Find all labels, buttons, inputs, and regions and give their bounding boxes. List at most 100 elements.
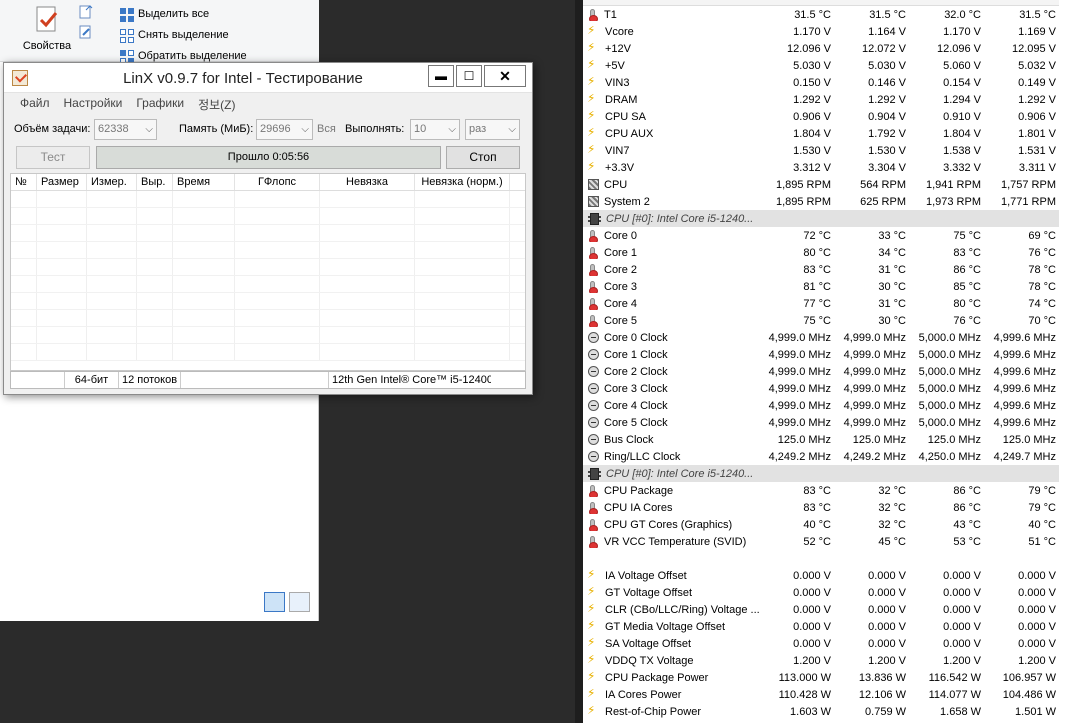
thumbnails-view-icon[interactable]	[289, 592, 310, 612]
minimize-button[interactable]: ▬	[428, 65, 454, 87]
sensor-row[interactable]: VR VCC Temperature (SVID) 52 °C 45 °C 53 °C…	[583, 533, 1069, 550]
col-time[interactable]: Время	[173, 174, 235, 190]
sensor-row[interactable]: GT Voltage Offset 0.000 V 0.000 V 0.000 V 0.…	[583, 584, 1069, 601]
sensor-row[interactable]: Vcore 1.170 V 1.164 V 1.170 V 1.169 V	[583, 23, 1069, 40]
sensor-row[interactable]: Core 0 Clock 4,999.0 MHz 4,999.0 MHz 5,000.…	[583, 329, 1069, 346]
sensor-row[interactable]: Core 1 80 °C 34 °C 83 °C 76 °C	[583, 244, 1069, 261]
sensor-row[interactable]: Rest-of-Chip Power 1.603 W 0.759 W 1.658 W 1…	[583, 703, 1069, 720]
sensor-max-value: 1,973 RPM	[925, 195, 981, 208]
linx-title: LinX v0.9.7 for Intel - Тестирование	[123, 70, 363, 87]
sensor-row[interactable]: Core 3 Clock 4,999.0 MHz 4,999.0 MHz 5,000.…	[583, 380, 1069, 397]
sensor-avg-value: 12.095 V	[1011, 42, 1056, 55]
sensor-avg-value: 70 °C	[1028, 314, 1056, 327]
sensor-row[interactable]: CLR (CBo/LLC/Ring) Voltage ... 0.000 V 0.0…	[583, 601, 1069, 618]
sensor-max-value: 0.000 V	[943, 586, 981, 599]
sensor-name: CPU GT Cores (Graphics)	[604, 518, 733, 531]
sensor-name-cell: Core 1	[583, 246, 760, 259]
select-all-button[interactable]: Выделить все	[120, 4, 247, 25]
sensor-name: Core 5	[604, 314, 638, 327]
sensor-cur-value: 1.170 V	[793, 25, 831, 38]
sensor-row[interactable]: Core 5 Clock 4,999.0 MHz 4,999.0 MHz 5,000.…	[583, 414, 1069, 431]
edit-icon[interactable]	[78, 24, 94, 40]
menu-info[interactable]: 정보(Z)	[194, 93, 239, 113]
table-cell	[320, 191, 415, 207]
memory-combo[interactable]: 29696 ⌵	[256, 119, 313, 140]
sensor-row[interactable]: +12V 12.096 V 12.072 V 12.096 V 12.095 V	[583, 40, 1069, 57]
sensor-row[interactable]: Core 4 Clock 4,999.0 MHz 4,999.0 MHz 5,000.…	[583, 397, 1069, 414]
details-view-icon[interactable]	[264, 592, 285, 612]
memory-all-label[interactable]: Вся	[317, 123, 336, 135]
sensor-avg-value: 125.0 MHz	[1002, 433, 1056, 446]
sensor-row[interactable]: Core 2 Clock 4,999.0 MHz 4,999.0 MHz 5,000.…	[583, 363, 1069, 380]
run-count-combo[interactable]: 10 ⌵	[410, 119, 460, 140]
test-button[interactable]: Тест	[16, 146, 90, 169]
sensor-row[interactable]: Core 2 83 °C 31 °C 86 °C 78 °C	[583, 261, 1069, 278]
sensor-group-row[interactable]: CPU [#0]: Intel Core i5-1240...	[583, 465, 1069, 482]
sensor-row[interactable]: SA Voltage Offset 0.000 V 0.000 V 0.000 V 0.…	[583, 635, 1069, 652]
table-cell	[87, 310, 137, 326]
menu-file[interactable]: Файл	[16, 93, 54, 113]
sensor-row[interactable]: VIN3 0.150 V 0.146 V 0.154 V 0.149 V	[583, 74, 1069, 91]
sensor-row[interactable]: CPU IA Cores 83 °C 32 °C 86 °C 79 °C	[583, 499, 1069, 516]
col-number[interactable]: №	[11, 174, 37, 190]
problem-size-combo[interactable]: 62338 ⌵	[94, 119, 157, 140]
table-row	[11, 259, 525, 276]
sensor-row[interactable]: CPU Package 83 °C 32 °C 86 °C 79 °C	[583, 482, 1069, 499]
sensor-row[interactable]: DRAM 1.292 V 1.292 V 1.294 V 1.292 V	[583, 91, 1069, 108]
properties-button[interactable]: Свойства	[18, 4, 76, 52]
clock-icon	[588, 451, 599, 462]
sensor-row[interactable]: VDDQ TX Voltage 1.200 V 1.200 V 1.200 V 1.20…	[583, 652, 1069, 669]
thermometer-icon	[589, 314, 598, 327]
table-cell	[137, 208, 173, 224]
lightning-icon	[587, 111, 597, 123]
table-cell	[11, 344, 37, 360]
run-unit-combo[interactable]: раз ⌵	[465, 119, 520, 140]
col-size[interactable]: Размер	[37, 174, 87, 190]
sensor-row[interactable]: Core 3 81 °C 30 °C 85 °C 78 °C	[583, 278, 1069, 295]
sensor-cur-value: 4,999.0 MHz	[768, 416, 831, 429]
sensor-name-cell: T1	[583, 8, 760, 21]
sensor-row[interactable]: CPU SA 0.906 V 0.904 V 0.910 V 0.906 V	[583, 108, 1069, 125]
col-residual[interactable]: Невязка	[320, 174, 415, 190]
sensor-row[interactable]: IA Cores Power 110.428 W 12.106 W 114.077 W…	[583, 686, 1069, 703]
linx-titlebar[interactable]: LinX v0.9.7 for Intel - Тестирование ▬ ☐…	[4, 63, 532, 93]
thermometer-icon	[589, 297, 598, 310]
open-icon[interactable]	[78, 4, 94, 20]
menu-settings[interactable]: Настройки	[60, 93, 127, 113]
menu-graphs[interactable]: Графики	[132, 93, 188, 113]
sensor-name: IA Cores Power	[605, 688, 682, 701]
col-alignment[interactable]: Выр.	[137, 174, 173, 190]
sensor-row[interactable]: +5V 5.030 V 5.030 V 5.060 V 5.032 V	[583, 57, 1069, 74]
sensor-row[interactable]: Ring/LLC Clock 4,249.2 MHz 4,249.2 MHz 4,25…	[583, 448, 1069, 465]
hwinfo-scrollbar[interactable]	[1059, 0, 1069, 723]
col-measure[interactable]: Измер.	[87, 174, 137, 190]
deselect-button[interactable]: Снять выделение	[120, 25, 247, 46]
col-residual-norm[interactable]: Невязка (норм.)	[415, 174, 510, 190]
stop-button[interactable]: Стоп	[446, 146, 520, 169]
sensor-row[interactable]: CPU Package Power 113.000 W 13.836 W 116.54…	[583, 669, 1069, 686]
sensor-row[interactable]: Bus Clock 125.0 MHz 125.0 MHz 125.0 MHz 125.…	[583, 431, 1069, 448]
sensor-row[interactable]: CPU 1,895 RPM 564 RPM 1,941 RPM 1,757 RPM	[583, 176, 1069, 193]
sensor-row[interactable]: VIN7 1.530 V 1.530 V 1.538 V 1.531 V	[583, 142, 1069, 159]
sensor-row[interactable]: T1 31.5 °C 31.5 °C 32.0 °C 31.5 °C	[583, 6, 1069, 23]
sensor-row[interactable]: CPU GT Cores (Graphics) 40 °C 32 °C 43 °C 40…	[583, 516, 1069, 533]
sensor-row[interactable]: Core 0 72 °C 33 °C 75 °C 69 °C	[583, 227, 1069, 244]
sensor-row[interactable]: CPU AUX 1.804 V 1.792 V 1.804 V 1.801 V	[583, 125, 1069, 142]
table-cell	[173, 327, 235, 343]
sensor-row[interactable]: Core 5 75 °C 30 °C 76 °C 70 °C	[583, 312, 1069, 329]
sensor-row[interactable]: IA Voltage Offset 0.000 V 0.000 V 0.000 V 0.…	[583, 567, 1069, 584]
sensor-row[interactable]: Core 4 77 °C 31 °C 80 °C 74 °C	[583, 295, 1069, 312]
table-cell	[320, 208, 415, 224]
sensor-cur-value: 0.000 V	[793, 603, 831, 616]
sensor-row[interactable]: +3.3V 3.312 V 3.304 V 3.332 V 3.311 V	[583, 159, 1069, 176]
sensor-row[interactable]: GT Media Voltage Offset 0.000 V 0.000 V 0.0…	[583, 618, 1069, 635]
sensor-row[interactable]: Core 1 Clock 4,999.0 MHz 4,999.0 MHz 5,000.…	[583, 346, 1069, 363]
sensor-name-cell: CPU Package Power	[583, 672, 760, 684]
sensor-group-row[interactable]: CPU [#0]: Intel Core i5-1240...	[583, 210, 1069, 227]
maximize-button[interactable]: ☐	[456, 65, 482, 87]
close-button[interactable]: ✕	[484, 65, 526, 87]
sensor-row[interactable]	[583, 550, 1069, 567]
sensor-row[interactable]: System 2 1,895 RPM 625 RPM 1,973 RPM 1,771 R…	[583, 193, 1069, 210]
col-gflops[interactable]: ГФлопс	[235, 174, 320, 190]
sensor-name-cell: +3.3V	[583, 162, 760, 174]
